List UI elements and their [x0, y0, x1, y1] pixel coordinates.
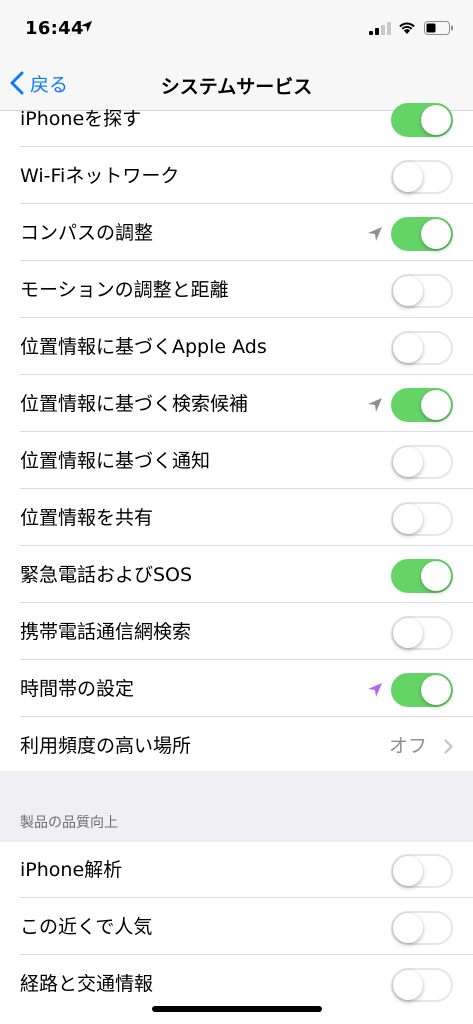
- toggle-knob: [393, 162, 423, 192]
- row-label: 時間帯の設定: [20, 678, 135, 700]
- toggle-knob: [421, 561, 451, 591]
- settings-row[interactable]: 位置情報に基づく通知: [0, 433, 473, 489]
- row-separator: [20, 488, 473, 489]
- row-label: 携帯電話通信網検索: [20, 621, 192, 643]
- row-separator: [20, 954, 473, 955]
- row-separator: [20, 716, 473, 717]
- wifi-icon: [399, 22, 415, 34]
- toggle-switch[interactable]: [391, 445, 453, 479]
- toggle-switch[interactable]: [391, 673, 453, 707]
- cellular-signal-icon: [369, 22, 391, 35]
- toggle-switch[interactable]: [391, 911, 453, 945]
- location-arrow-icon: [80, 20, 93, 33]
- row-separator: [20, 602, 473, 603]
- row-label: 位置情報に基づく検索候補: [20, 393, 249, 415]
- row-value: オフ: [388, 735, 427, 757]
- home-indicator: [152, 1006, 322, 1012]
- product-improvement-list: iPhone解析この近くで人気 経路と交通情報: [0, 842, 473, 1024]
- settings-row[interactable]: この近くで人気: [0, 899, 473, 955]
- toggle-knob: [421, 390, 451, 420]
- settings-row[interactable]: 経路と交通情報: [0, 956, 473, 1012]
- row-label: iPhone解析: [20, 859, 123, 881]
- settings-row[interactable]: コンパスの調整: [0, 205, 473, 261]
- toggle-knob: [393, 276, 423, 306]
- row-separator: [20, 317, 473, 318]
- chevron-right-icon: [444, 739, 453, 754]
- row-separator: [20, 146, 473, 147]
- row-label: この近くで人気: [20, 916, 153, 938]
- settings-row-frequent-locations[interactable]: 利用頻度の高い場所 オフ: [0, 718, 473, 774]
- toggle-knob: [393, 333, 423, 363]
- row-label: 位置情報に基づく通知: [20, 450, 211, 472]
- row-label: モーションの調整と距離: [20, 279, 229, 301]
- row-separator: [20, 545, 473, 546]
- section-header-product-improvement: 製品の品質向上: [20, 815, 118, 831]
- toggle-knob: [393, 618, 423, 648]
- row-label: コンパスの調整: [20, 222, 154, 244]
- toggle-switch[interactable]: [391, 968, 453, 1002]
- toggle-switch[interactable]: [391, 559, 453, 593]
- row-label: 経路と交通情報: [20, 973, 154, 995]
- settings-row[interactable]: 位置情報に基づく検索候補: [0, 376, 473, 432]
- location-arrow-icon: [368, 683, 382, 697]
- settings-row[interactable]: 位置情報を共有: [0, 490, 473, 546]
- toggle-switch[interactable]: [391, 616, 453, 650]
- row-label: 緊急電話およびSOS: [20, 564, 193, 586]
- status-bar: 16:44: [0, 0, 473, 56]
- settings-row[interactable]: 携帯電話通信網検索: [0, 604, 473, 660]
- settings-row[interactable]: モーションの調整と距離: [0, 262, 473, 318]
- toggle-switch[interactable]: [391, 854, 453, 888]
- toggle-switch[interactable]: [391, 388, 453, 422]
- row-separator: [20, 897, 473, 898]
- row-separator: [20, 431, 473, 432]
- row-separator: [20, 203, 473, 204]
- row-label: iPhoneを探す: [20, 108, 142, 130]
- status-time: 16:44: [25, 18, 84, 39]
- toggle-switch[interactable]: [391, 331, 453, 365]
- toggle-switch[interactable]: [391, 160, 453, 194]
- system-services-list: iPhoneを探す Wi-Fiネットワーク コンパスの調整 モーションの調整と距離 位置…: [0, 103, 473, 774]
- toggle-knob: [393, 970, 423, 1000]
- settings-row[interactable]: 緊急電話およびSOS: [0, 547, 473, 603]
- toggle-knob: [421, 219, 451, 249]
- row-label: 位置情報を共有: [20, 507, 154, 529]
- toggle-switch[interactable]: [391, 274, 453, 308]
- settings-row[interactable]: Wi-Fiネットワーク: [0, 148, 473, 204]
- toggle-switch[interactable]: [391, 502, 453, 536]
- toggle-knob: [393, 504, 423, 534]
- toggle-switch[interactable]: [391, 217, 453, 251]
- toggle-knob: [393, 447, 423, 477]
- settings-row[interactable]: iPhone解析: [0, 842, 473, 898]
- settings-row[interactable]: iPhoneを探す: [0, 91, 473, 147]
- toggle-knob: [393, 856, 423, 886]
- settings-row[interactable]: 位置情報に基づくApple Ads: [0, 319, 473, 375]
- toggle-knob: [421, 105, 451, 135]
- row-separator: [20, 659, 473, 660]
- toggle-switch[interactable]: [391, 103, 453, 137]
- row-separator: [20, 374, 473, 375]
- row-separator: [20, 260, 473, 261]
- location-arrow-icon: [368, 398, 382, 412]
- row-label: 利用頻度の高い場所: [20, 735, 192, 757]
- settings-row[interactable]: 時間帯の設定: [0, 661, 473, 717]
- row-label: Wi-Fiネットワーク: [20, 165, 180, 187]
- toggle-knob: [393, 913, 423, 943]
- location-arrow-icon: [368, 227, 382, 241]
- toggle-knob: [421, 675, 451, 705]
- battery-icon: [424, 21, 453, 35]
- row-label: 位置情報に基づくApple Ads: [20, 336, 267, 358]
